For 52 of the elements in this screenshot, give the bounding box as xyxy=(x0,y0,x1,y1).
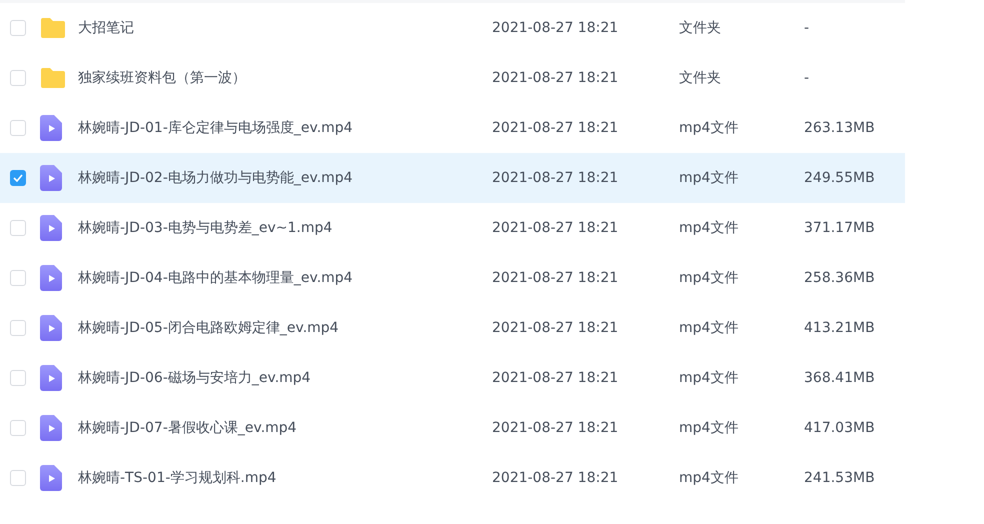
file-name[interactable]: 林婉晴-JD-06-磁场与安培力_ev.mp4 xyxy=(78,369,492,387)
video-file-icon xyxy=(40,265,62,291)
file-name[interactable]: 大招笔记 xyxy=(78,19,492,37)
file-name[interactable]: 林婉晴-JD-07-暑假收心课_ev.mp4 xyxy=(78,419,492,437)
modified-time: 2021-08-27 18:21 xyxy=(492,370,620,386)
checkbox[interactable] xyxy=(10,170,26,186)
file-name[interactable]: 林婉晴-JD-05-闭合电路欧姆定律_ev.mp4 xyxy=(78,319,492,337)
file-type: mp4文件 xyxy=(679,219,740,237)
video-file-icon xyxy=(40,415,62,441)
file-size: 417.03MB xyxy=(804,420,876,436)
file-size: - xyxy=(804,70,810,86)
folder-icon xyxy=(40,67,66,89)
file-size: 241.53MB xyxy=(804,470,876,486)
file-name[interactable]: 林婉晴-JD-04-电路中的基本物理量_ev.mp4 xyxy=(78,269,492,287)
file-type: mp4文件 xyxy=(679,269,740,287)
modified-time: 2021-08-27 18:21 xyxy=(492,120,620,136)
modified-time: 2021-08-27 18:21 xyxy=(492,220,620,236)
modified-time: 2021-08-27 18:21 xyxy=(492,170,620,186)
file-size: 371.17MB xyxy=(804,220,876,236)
video-file-icon xyxy=(40,465,62,491)
file-type: mp4文件 xyxy=(679,119,740,137)
check-icon xyxy=(13,174,23,182)
modified-time: 2021-08-27 18:21 xyxy=(492,420,620,436)
modified-time: 2021-08-27 18:21 xyxy=(492,270,620,286)
file-size: 249.55MB xyxy=(804,170,876,186)
file-type: 文件夹 xyxy=(679,69,722,87)
video-file-icon xyxy=(40,165,62,191)
file-type: mp4文件 xyxy=(679,419,740,437)
file-type: mp4文件 xyxy=(679,319,740,337)
file-type: mp4文件 xyxy=(679,469,740,487)
file-name[interactable]: 林婉晴-JD-01-库仑定律与电场强度_ev.mp4 xyxy=(78,119,492,137)
folder-icon xyxy=(40,17,66,39)
modified-time: 2021-08-27 18:21 xyxy=(492,70,620,86)
video-file-icon xyxy=(40,215,62,241)
video-file-icon xyxy=(40,315,62,341)
modified-time: 2021-08-27 18:21 xyxy=(492,20,620,36)
modified-time: 2021-08-27 18:21 xyxy=(492,320,620,336)
file-name[interactable]: 独家续班资料包（第一波） xyxy=(78,69,492,87)
video-file-icon xyxy=(40,365,62,391)
file-size: - xyxy=(804,20,810,36)
file-name[interactable]: 林婉晴-JD-02-电场力做功与电势能_ev.mp4 xyxy=(78,169,492,187)
file-size: 368.41MB xyxy=(804,370,876,386)
file-name[interactable]: 林婉晴-JD-03-电势与电势差_ev~1.mp4 xyxy=(78,219,492,237)
modified-time: 2021-08-27 18:21 xyxy=(492,470,620,486)
file-type: mp4文件 xyxy=(679,169,740,187)
video-file-icon xyxy=(40,115,62,141)
file-size: 258.36MB xyxy=(804,270,876,286)
file-name[interactable]: 林婉晴-TS-01-学习规划科.mp4 xyxy=(78,469,492,487)
file-type: mp4文件 xyxy=(679,369,740,387)
file-type: 文件夹 xyxy=(679,19,722,37)
file-size: 413.21MB xyxy=(804,320,876,336)
file-size: 263.13MB xyxy=(804,120,876,136)
